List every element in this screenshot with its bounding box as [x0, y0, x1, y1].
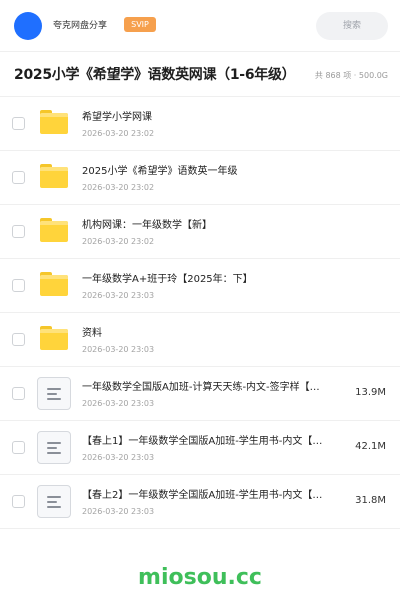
file-date: 2026-03-20 23:02 — [82, 183, 155, 192]
file-name: 机构网课：一年级数学【新】 — [82, 220, 212, 231]
file-name: 资料 — [82, 328, 102, 339]
row-checkbox[interactable] — [12, 333, 25, 346]
file-size: 13.9M — [355, 387, 386, 398]
folder-icon — [40, 110, 68, 134]
file-row[interactable]: 一年级数学全国版A加班-计算天天练-内文-签字样【… 2026-03-20 23… — [0, 367, 400, 421]
file-size: 42.1M — [355, 441, 386, 452]
search-input[interactable]: 搜索 — [316, 12, 388, 40]
page-title: 2025小学《希望学》语数英网课（1-6年级） — [14, 67, 296, 83]
row-checkbox[interactable] — [12, 171, 25, 184]
svip-badge: SVIP — [124, 17, 156, 32]
file-row[interactable]: 【春上2】一年级数学全国版A加班-学生用书-内文【… 2026-03-20 23… — [0, 475, 400, 529]
folder-icon — [40, 272, 68, 296]
folder-icon — [40, 164, 68, 188]
row-checkbox[interactable] — [12, 441, 25, 454]
file-name: 【春上2】一年级数学全国版A加班-学生用书-内文【… — [82, 490, 323, 501]
file-name: 2025小学《希望学》语数英一年级 — [82, 166, 238, 177]
file-date: 2026-03-20 23:03 — [82, 507, 155, 516]
file-name: 希望学小学网课 — [82, 112, 152, 123]
file-name: 一年级数学A+班于玲【2025年：下】 — [82, 274, 253, 285]
row-checkbox[interactable] — [12, 117, 25, 130]
folder-icon — [40, 218, 68, 242]
file-date: 2026-03-20 23:03 — [82, 291, 155, 300]
file-date: 2026-03-20 23:03 — [82, 345, 155, 354]
file-list: 希望学小学网课 2026-03-20 23:02 2025小学《希望学》语数英一… — [0, 97, 400, 529]
file-size: 31.8M — [355, 495, 386, 506]
avatar[interactable] — [14, 12, 42, 40]
file-date: 2026-03-20 23:02 — [82, 237, 155, 246]
row-checkbox[interactable] — [12, 495, 25, 508]
document-icon — [37, 377, 71, 410]
file-row[interactable]: 希望学小学网课 2026-03-20 23:02 — [0, 97, 400, 151]
file-date: 2026-03-20 23:03 — [82, 399, 155, 408]
file-row[interactable]: 2025小学《希望学》语数英一年级 2026-03-20 23:02 — [0, 151, 400, 205]
site-watermark: miosou.cc — [138, 565, 262, 590]
file-date: 2026-03-20 23:03 — [82, 453, 155, 462]
share-owner-name: 夸克网盘分享 — [53, 21, 108, 31]
file-name: 【春上1】一年级数学全国版A加班-学生用书-内文【… — [82, 436, 323, 447]
file-row[interactable]: 机构网课：一年级数学【新】 2026-03-20 23:02 — [0, 205, 400, 259]
folder-icon — [40, 326, 68, 350]
row-checkbox[interactable] — [12, 225, 25, 238]
folder-meta: 共 868 项 · 500.0G — [314, 71, 388, 80]
file-row[interactable]: 一年级数学A+班于玲【2025年：下】 2026-03-20 23:03 — [0, 259, 400, 313]
row-checkbox[interactable] — [12, 387, 25, 400]
top-header: 夸克网盘分享 SVIP 搜索 — [0, 0, 400, 52]
row-checkbox[interactable] — [12, 279, 25, 292]
document-icon — [37, 485, 71, 518]
file-name: 一年级数学全国版A加班-计算天天练-内文-签字样【… — [82, 382, 320, 393]
file-row[interactable]: 资料 2026-03-20 23:03 — [0, 313, 400, 367]
file-row[interactable]: 【春上1】一年级数学全国版A加班-学生用书-内文【… 2026-03-20 23… — [0, 421, 400, 475]
file-date: 2026-03-20 23:02 — [82, 129, 155, 138]
document-icon — [37, 431, 71, 464]
folder-title-bar: 2025小学《希望学》语数英网课（1-6年级） 共 868 项 · 500.0G — [0, 53, 400, 97]
